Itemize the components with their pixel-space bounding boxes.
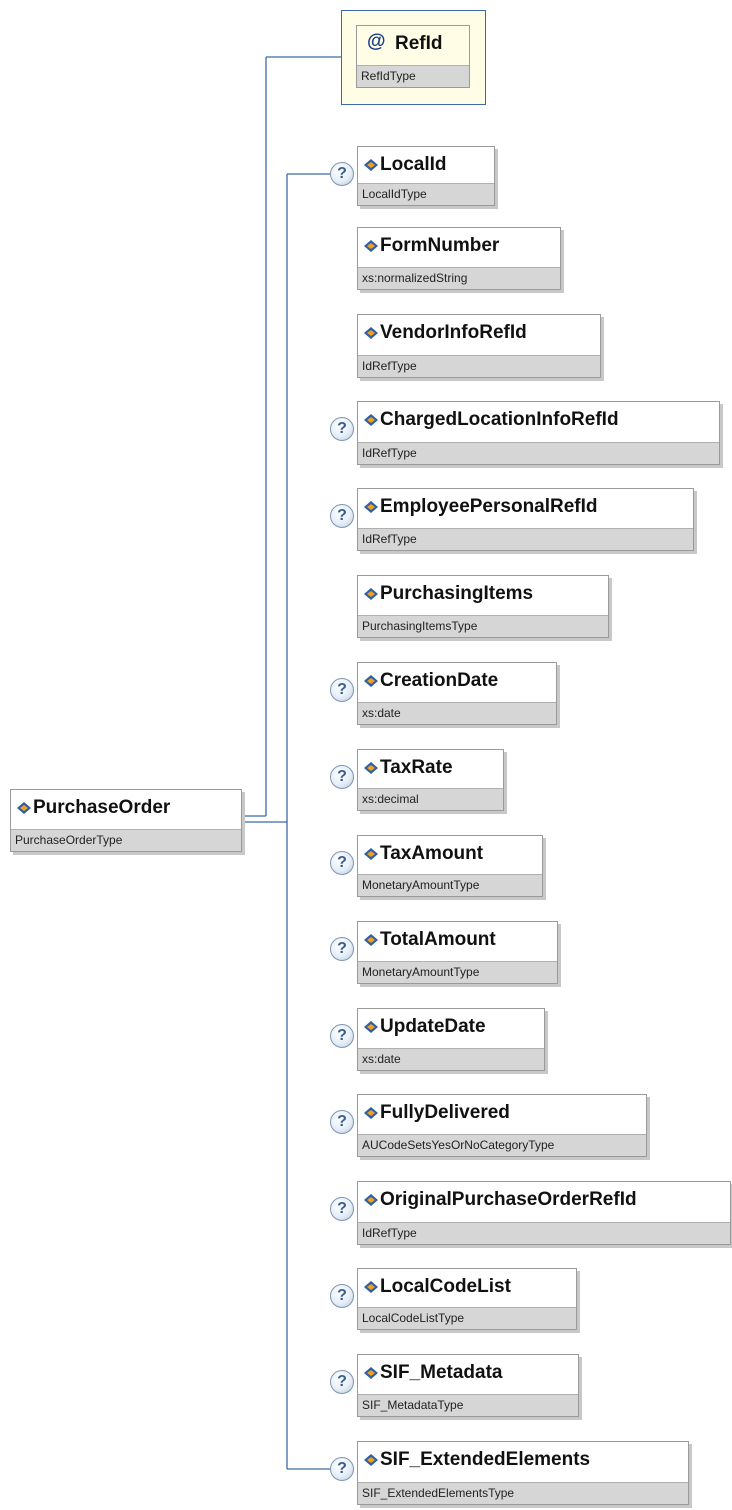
element-diamond-icon [364, 1454, 378, 1466]
element-name: FullyDelivered [380, 1102, 510, 1123]
element-node-originalpurchaseorderrefid[interactable]: OriginalPurchaseOrderRefId IdRefType [357, 1181, 731, 1245]
element-diamond-icon [364, 675, 378, 687]
element-type: IdRefType [358, 528, 693, 550]
element-type: IdRefType [358, 442, 719, 464]
element-type: IdRefType [358, 1222, 730, 1244]
element-name: FormNumber [380, 235, 500, 256]
element-diamond-icon [364, 501, 378, 513]
attribute-name: RefId [395, 33, 443, 54]
optional-marker-icon: ? [330, 1370, 354, 1394]
element-name: SIF_Metadata [380, 1362, 503, 1383]
optional-marker-icon: ? [330, 678, 354, 702]
element-name: OriginalPurchaseOrderRefId [380, 1189, 637, 1210]
attribute-node-refid[interactable]: @ RefId RefIdType [356, 25, 470, 88]
element-diamond-icon [364, 1194, 378, 1206]
element-node-taxrate[interactable]: TaxRate xs:decimal [357, 749, 504, 811]
element-diamond-icon [364, 240, 378, 252]
optional-marker-icon: ? [330, 1110, 354, 1134]
element-node-chargedlocationinforefid[interactable]: ChargedLocationInfoRefId IdRefType [357, 401, 720, 465]
element-name: TaxRate [380, 757, 453, 778]
element-diamond-icon [364, 934, 378, 946]
element-name: LocalCodeList [380, 1276, 511, 1297]
element-node-creationdate[interactable]: CreationDate xs:date [357, 662, 557, 725]
element-diamond-icon [364, 1281, 378, 1293]
element-diamond-icon [364, 1021, 378, 1033]
optional-marker-icon: ? [330, 765, 354, 789]
element-name: CreationDate [380, 670, 499, 691]
element-type: xs:normalizedString [358, 267, 560, 289]
element-node-vendorinforefid[interactable]: VendorInfoRefId IdRefType [357, 314, 601, 378]
element-diamond-icon [364, 1367, 378, 1379]
optional-marker-icon: ? [330, 1457, 354, 1481]
element-node-taxamount[interactable]: TaxAmount MonetaryAmountType [357, 835, 543, 897]
element-node-updatedate[interactable]: UpdateDate xs:date [357, 1008, 545, 1071]
element-diamond-icon [364, 1107, 378, 1119]
root-element-node[interactable]: PurchaseOrder PurchaseOrderType [10, 789, 242, 852]
element-name: SIF_ExtendedElements [380, 1449, 591, 1470]
element-type: xs:decimal [358, 788, 503, 810]
optional-marker-icon: ? [330, 1197, 354, 1221]
optional-marker-icon: ? [330, 162, 354, 186]
element-name: EmployeePersonalRefId [380, 496, 598, 517]
element-node-localid[interactable]: LocalId LocalIdType [357, 146, 495, 206]
element-type: LocalCodeListType [358, 1307, 576, 1329]
element-type: SIF_ExtendedElementsType [358, 1482, 688, 1504]
attribute-at-icon: @ [367, 31, 386, 52]
element-name: ChargedLocationInfoRefId [380, 409, 619, 430]
element-name: TotalAmount [380, 929, 496, 950]
element-node-sif-metadata[interactable]: SIF_Metadata SIF_MetadataType [357, 1354, 579, 1417]
attribute-group-box: @ RefId RefIdType [341, 10, 486, 105]
element-type: xs:date [358, 702, 556, 724]
element-node-totalamount[interactable]: TotalAmount MonetaryAmountType [357, 921, 558, 984]
element-node-formnumber[interactable]: FormNumber xs:normalizedString [357, 227, 561, 290]
element-name: PurchasingItems [380, 583, 534, 604]
element-type: MonetaryAmountType [358, 961, 557, 983]
root-element-name: PurchaseOrder [33, 797, 171, 818]
element-node-fullydelivered[interactable]: FullyDelivered AUCodeSetsYesOrNoCategoryT… [357, 1094, 647, 1157]
element-diamond-icon [364, 159, 378, 171]
element-diamond-icon [364, 588, 378, 600]
optional-marker-icon: ? [330, 417, 354, 441]
element-type: AUCodeSetsYesOrNoCategoryType [358, 1134, 646, 1156]
element-type: SIF_MetadataType [358, 1394, 578, 1416]
attribute-type: RefIdType [357, 65, 469, 87]
optional-marker-icon: ? [330, 851, 354, 875]
element-node-purchasingitems[interactable]: PurchasingItems PurchasingItemsType [357, 575, 609, 638]
element-type: MonetaryAmountType [358, 874, 542, 896]
element-node-employeepersonalrefid[interactable]: EmployeePersonalRefId IdRefType [357, 488, 694, 551]
element-diamond-icon [364, 762, 378, 774]
element-type: LocalIdType [358, 183, 494, 205]
optional-marker-icon: ? [330, 504, 354, 528]
element-name: TaxAmount [380, 843, 484, 864]
optional-marker-icon: ? [330, 1024, 354, 1048]
element-node-localcodelist[interactable]: LocalCodeList LocalCodeListType [357, 1268, 577, 1330]
element-node-sif-extendedelements[interactable]: SIF_ExtendedElements SIF_ExtendedElements… [357, 1441, 689, 1505]
element-type: PurchasingItemsType [358, 615, 608, 637]
element-name: VendorInfoRefId [380, 322, 527, 343]
root-element-type: PurchaseOrderType [11, 829, 241, 851]
element-name: LocalId [380, 154, 447, 175]
element-diamond-icon [364, 327, 378, 339]
optional-marker-icon: ? [330, 1284, 354, 1308]
element-diamond-icon [364, 414, 378, 426]
element-name: UpdateDate [380, 1016, 486, 1037]
element-diamond-icon [17, 802, 31, 814]
element-type: IdRefType [358, 355, 600, 377]
optional-marker-icon: ? [330, 937, 354, 961]
element-type: xs:date [358, 1048, 544, 1070]
element-diamond-icon [364, 848, 378, 860]
